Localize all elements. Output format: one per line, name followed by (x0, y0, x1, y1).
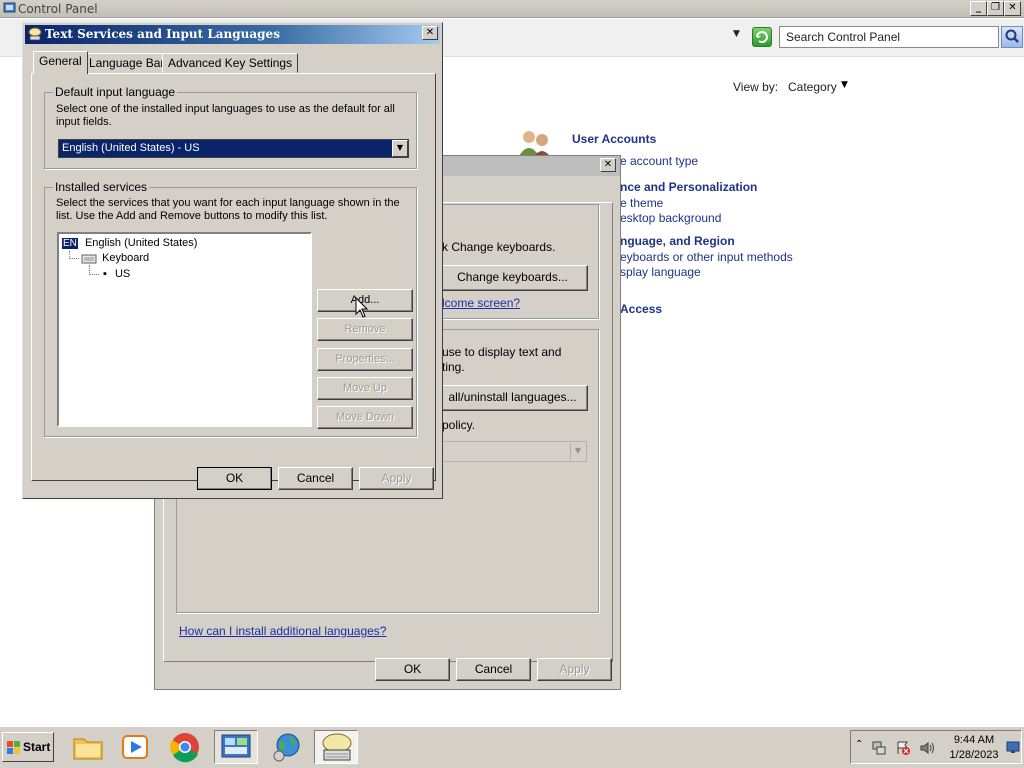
chrome-icon[interactable] (162, 730, 206, 764)
tree-item-language[interactable]: EN English (United States) (62, 237, 197, 249)
control-panel-icon (3, 2, 16, 13)
policy-text: policy. (442, 418, 476, 432)
display-text-line2: ting. (442, 360, 465, 374)
search-icon (1005, 29, 1019, 43)
install-languages-button[interactable]: all/uninstall languages... (437, 385, 588, 411)
file-explorer-icon[interactable] (66, 730, 110, 764)
change-theme-link[interactable]: e theme (620, 196, 663, 210)
appearance-heading[interactable]: nce and Personalization (620, 180, 757, 194)
move-up-button[interactable]: Move Up (317, 377, 413, 400)
keyboards-text: k Change keyboards. (442, 240, 556, 254)
text-services-dialog: Text Services and Input Languages ✕ Gene… (22, 22, 443, 499)
control-panel-taskbar-icon[interactable] (214, 730, 258, 764)
text-services-titlebar: Text Services and Input Languages (25, 25, 440, 44)
network-icon[interactable] (871, 740, 887, 756)
installed-services-label: Installed services (53, 180, 150, 194)
chevron-down-icon[interactable]: ▼ (570, 443, 585, 460)
tree-keyboard-label: Keyboard (102, 252, 150, 264)
remove-button[interactable]: Remove (317, 318, 413, 341)
clock-time[interactable]: 9:44 AM (943, 734, 1005, 746)
media-player-icon[interactable] (114, 730, 158, 764)
ok-button[interactable]: OK (197, 467, 272, 490)
close-button[interactable]: ✕ (1004, 1, 1021, 16)
installed-services-tree[interactable]: EN English (United States) Keyboard ▪ US (57, 232, 312, 427)
tree-item-layout-us[interactable]: ▪ US (103, 268, 130, 280)
installed-services-description: Select the services that you want for ea… (56, 197, 400, 222)
default-language-select[interactable]: English (United States) - US ▼ (58, 139, 409, 158)
welcome-screen-link[interactable]: lcome screen? (442, 296, 520, 310)
mouse-cursor-icon (355, 297, 369, 318)
display-text-line1: use to display text and (442, 345, 562, 359)
search-input[interactable]: Search Control Panel (779, 26, 999, 48)
tree-connector (69, 258, 79, 259)
action-center-icon[interactable] (895, 740, 911, 756)
tab-general[interactable]: General (33, 51, 88, 74)
tab-language-bar[interactable]: Language Bar (83, 53, 171, 73)
refresh-button[interactable] (752, 27, 772, 47)
display-language-link[interactable]: splay language (620, 265, 701, 279)
region-cancel-button[interactable]: Cancel (456, 658, 531, 681)
tree-item-keyboard[interactable]: Keyboard (81, 252, 149, 264)
tab-advanced-key-settings[interactable]: Advanced Key Settings (162, 53, 299, 73)
address-dropdown-icon[interactable]: ▼ (733, 29, 740, 39)
show-hidden-icons-icon[interactable]: ⌃ (855, 739, 863, 750)
text-services-taskbar-icon[interactable] (314, 730, 358, 764)
view-by-dropdown[interactable]: Category (788, 80, 837, 94)
en-language-badge: EN (62, 238, 78, 249)
keyboards-input-link[interactable]: eyboards or other input methods (620, 250, 793, 264)
ts-close-button[interactable]: ✕ (422, 26, 438, 40)
user-accounts-heading[interactable]: User Accounts (572, 132, 656, 146)
default-language-value: English (United States) - US (62, 142, 200, 154)
volume-icon[interactable] (919, 740, 935, 756)
tree-layout-label: US (114, 268, 131, 280)
search-button[interactable] (1001, 26, 1023, 48)
change-keyboards-button[interactable]: Change keyboards... (437, 265, 588, 291)
properties-button[interactable]: Properties... (317, 348, 413, 371)
chevron-down-icon[interactable]: ▼ (841, 80, 848, 90)
clock-date[interactable]: 1/28/2023 (943, 749, 1005, 761)
text-services-icon (28, 27, 42, 41)
apply-button[interactable]: Apply (359, 467, 434, 490)
user-accounts-icon (519, 131, 551, 158)
restore-button[interactable]: ❐ (987, 1, 1004, 16)
system-tray: ⌃ 9:44 AM 1/28/2023 (850, 730, 1022, 764)
change-account-type-link[interactable]: e account type (620, 154, 698, 168)
show-desktop-icon[interactable] (1006, 740, 1020, 754)
region-close-button[interactable]: ✕ (600, 158, 616, 172)
ease-of-access-heading[interactable]: Access (620, 302, 662, 316)
start-label: Start (23, 740, 51, 754)
view-by-label: View by: (733, 80, 779, 94)
cancel-button[interactable]: Cancel (278, 467, 353, 490)
move-down-button[interactable]: Move Down (317, 406, 413, 429)
display-language-select[interactable]: ▼ (437, 441, 587, 462)
install-languages-help-link[interactable]: How can I install additional languages? (179, 624, 386, 638)
keyboard-icon (81, 254, 97, 264)
tree-language-label: English (United States) (84, 237, 198, 249)
minimize-button[interactable]: _ (970, 1, 987, 16)
start-button[interactable]: Start (2, 732, 54, 762)
globe-icon[interactable] (264, 730, 308, 764)
windows-logo-icon (7, 741, 20, 754)
clock-language-region-heading[interactable]: nguage, and Region (620, 234, 735, 248)
bullet-icon: ▪ (103, 268, 107, 280)
default-language-label: Default input language (53, 85, 178, 99)
dialog-title: Text Services and Input Languages (45, 27, 280, 41)
region-apply-button[interactable]: Apply (537, 658, 612, 681)
default-language-description: Select one of the installed input langua… (56, 103, 395, 128)
tree-connector (89, 274, 99, 275)
control-panel-titlebar: Control Panel _ ❐ ✕ (0, 0, 1024, 18)
region-ok-button[interactable]: OK (375, 658, 450, 681)
chevron-down-icon[interactable]: ▼ (392, 140, 408, 157)
desktop-background-link[interactable]: esktop background (620, 211, 721, 225)
window-title: Control Panel (18, 2, 98, 16)
refresh-icon (756, 31, 768, 43)
